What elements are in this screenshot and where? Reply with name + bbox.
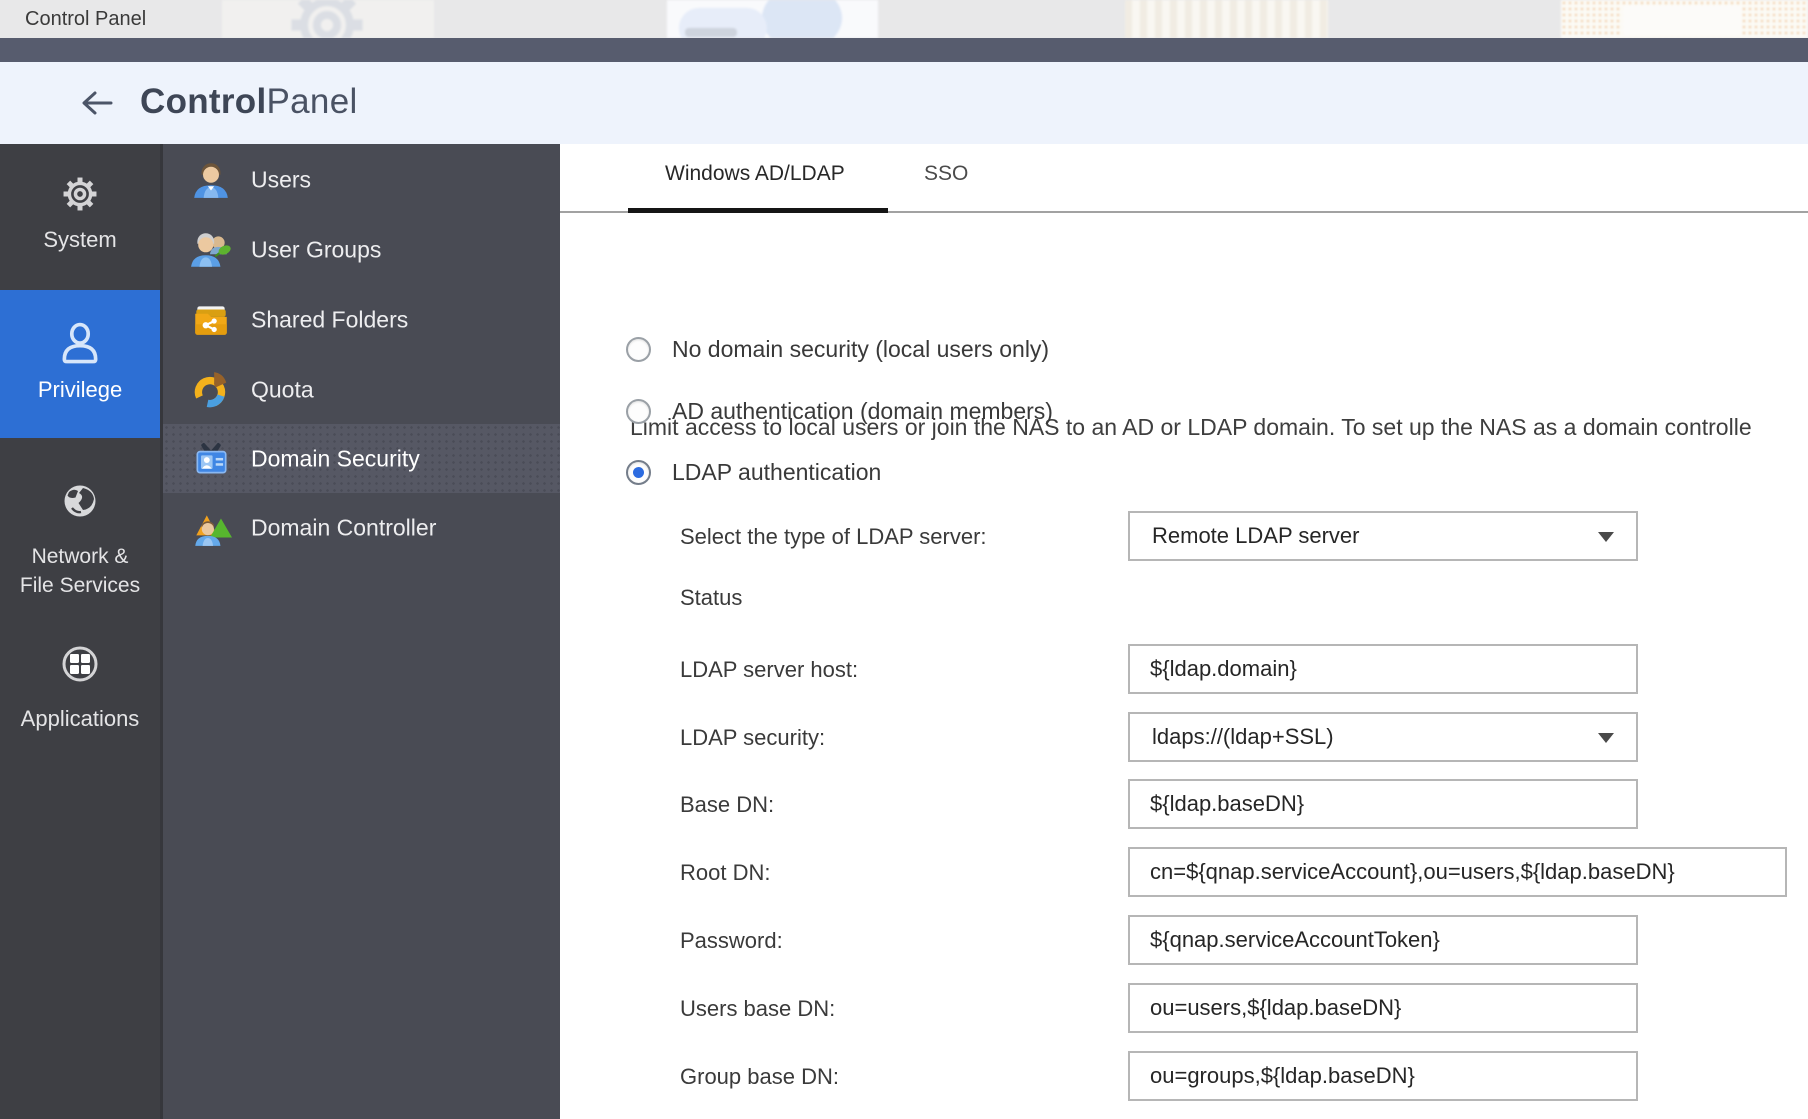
domain-controller-icon — [190, 507, 232, 549]
cloud-bar-shape — [685, 28, 737, 37]
desktop-top-strip: Control Panel — [0, 0, 1808, 38]
radio-label: LDAP authentication — [672, 459, 881, 486]
window-top-bar — [0, 38, 1808, 62]
tab-sso[interactable]: SSO — [924, 162, 968, 186]
sidebar-item-label: Applications — [0, 706, 160, 732]
desktop-icon-gear[interactable] — [222, 0, 434, 38]
tab-windows-ad-ldap[interactable]: Windows AD/LDAP — [665, 162, 845, 186]
globe-icon — [55, 476, 105, 526]
sidebar-item-user-groups[interactable]: User Groups — [163, 215, 563, 284]
sidebar-item-users[interactable]: Users — [163, 145, 563, 214]
label-line-2: File Services — [0, 571, 160, 600]
sidebar-item-applications[interactable]: Applications — [0, 600, 160, 750]
sidebar-item-label: Quota — [251, 376, 314, 403]
ldap-security-select[interactable]: ldaps://(ldap+SSL) — [1128, 712, 1638, 762]
quota-icon — [190, 369, 232, 411]
desktop-icon-folder[interactable] — [1561, 0, 1808, 38]
selected-value: Remote LDAP server — [1130, 523, 1359, 549]
radio-label: AD authentication (domain members) — [672, 398, 1053, 425]
ldap-server-host-field-box — [1128, 644, 1638, 694]
radio-circle-icon[interactable] — [626, 399, 651, 424]
base-dn-field-box — [1128, 779, 1638, 829]
sidebar-item-label: Domain Security — [251, 445, 420, 472]
users-base-dn-input[interactable] — [1130, 985, 1636, 1031]
field-label-root-dn: Root DN: — [680, 860, 770, 886]
desktop-icon-cloud[interactable] — [667, 0, 878, 38]
sidebar-item-shared-folders[interactable]: Shared Folders — [163, 285, 563, 354]
field-label-ldap-security: LDAP security: — [680, 725, 825, 751]
sidebar-item-domain-controller[interactable]: Domain Controller — [163, 493, 563, 562]
sidebar-item-system[interactable]: System — [0, 144, 160, 290]
sidebar-item-quota[interactable]: Quota — [163, 355, 563, 424]
ldap-server-host-input[interactable] — [1130, 646, 1636, 692]
user-icon — [53, 316, 107, 370]
main-content: Windows AD/LDAP SSO Limit access to loca… — [560, 144, 1808, 1119]
radio-ldap-authentication[interactable]: LDAP authentication — [626, 458, 881, 486]
sidebar-item-privilege[interactable]: Privilege — [0, 290, 160, 438]
tab-bar: Windows AD/LDAP SSO — [560, 144, 1808, 213]
field-label-base-dn: Base DN: — [680, 792, 774, 818]
sidebar-item-domain-security[interactable]: Domain Security — [163, 424, 563, 493]
ldap-server-type-select[interactable]: Remote LDAP server — [1128, 511, 1638, 561]
password-input[interactable] — [1130, 917, 1636, 963]
radio-ad-authentication[interactable]: AD authentication (domain members) — [626, 397, 1053, 425]
field-label-password: Password: — [680, 928, 783, 954]
selected-value: ldaps://(ldap+SSL) — [1130, 724, 1334, 750]
group-base-dn-input[interactable] — [1130, 1053, 1636, 1099]
app-grid-icon — [54, 638, 106, 690]
page-title: ControlPanel — [140, 82, 358, 122]
field-label-users-base-dn: Users base DN: — [680, 996, 835, 1022]
sidebar-item-label: User Groups — [251, 236, 381, 263]
control-panel-header: ControlPanel — [0, 62, 1808, 144]
radio-circle-icon[interactable] — [626, 337, 651, 362]
page-title-bold: Control — [140, 82, 267, 121]
users-base-dn-field-box — [1128, 983, 1638, 1033]
sidebar-item-label: Shared Folders — [251, 306, 408, 333]
folder-blank-shape — [1623, 5, 1741, 35]
primary-sidebar: System Privilege Network & File Services — [0, 144, 160, 1119]
shared-folders-icon — [190, 299, 232, 341]
password-field-box — [1128, 915, 1638, 965]
radio-no-domain-security[interactable]: No domain security (local users only) — [626, 335, 1049, 363]
gear-icon — [54, 168, 106, 220]
active-tab-underline — [628, 208, 888, 213]
field-label-ldap-server-host: LDAP server host: — [680, 657, 858, 683]
label-line-1: Network & — [0, 542, 160, 571]
sidebar-item-network-file-services[interactable]: Network & File Services — [0, 438, 160, 600]
chevron-down-icon — [1598, 733, 1614, 743]
sidebar-item-label: Network & File Services — [0, 542, 160, 600]
root-dn-field-box — [1128, 847, 1787, 897]
faded-gear-icon — [272, 0, 382, 38]
radio-label: No domain security (local users only) — [672, 336, 1049, 363]
user-groups-icon — [190, 229, 232, 271]
page-title-light: Panel — [267, 82, 358, 121]
field-label-group-base-dn: Group base DN: — [680, 1064, 839, 1090]
secondary-sidebar: Users User Groups Shared Folde — [160, 144, 560, 1119]
root-dn-input[interactable] — [1130, 849, 1785, 895]
desktop-icon-people[interactable] — [1125, 0, 1328, 38]
chevron-down-icon — [1598, 532, 1614, 542]
users-icon — [190, 159, 232, 201]
radio-circle-selected-icon[interactable] — [626, 460, 651, 485]
group-base-dn-field-box — [1128, 1051, 1638, 1101]
cloud-ball-shape — [762, 0, 842, 38]
domain-security-icon — [190, 438, 232, 480]
sidebar-item-label: Privilege — [0, 377, 160, 403]
base-dn-input[interactable] — [1130, 781, 1636, 827]
field-label-status: Status — [680, 585, 742, 611]
taskbar-active-app-label[interactable]: Control Panel — [25, 8, 146, 31]
sidebar-item-label: Domain Controller — [251, 514, 436, 541]
sidebar-item-label: System — [0, 227, 160, 253]
field-label-ldap-server-type: Select the type of LDAP server: — [680, 524, 987, 550]
back-arrow-icon[interactable] — [78, 89, 114, 117]
sidebar-item-label: Users — [251, 166, 311, 193]
